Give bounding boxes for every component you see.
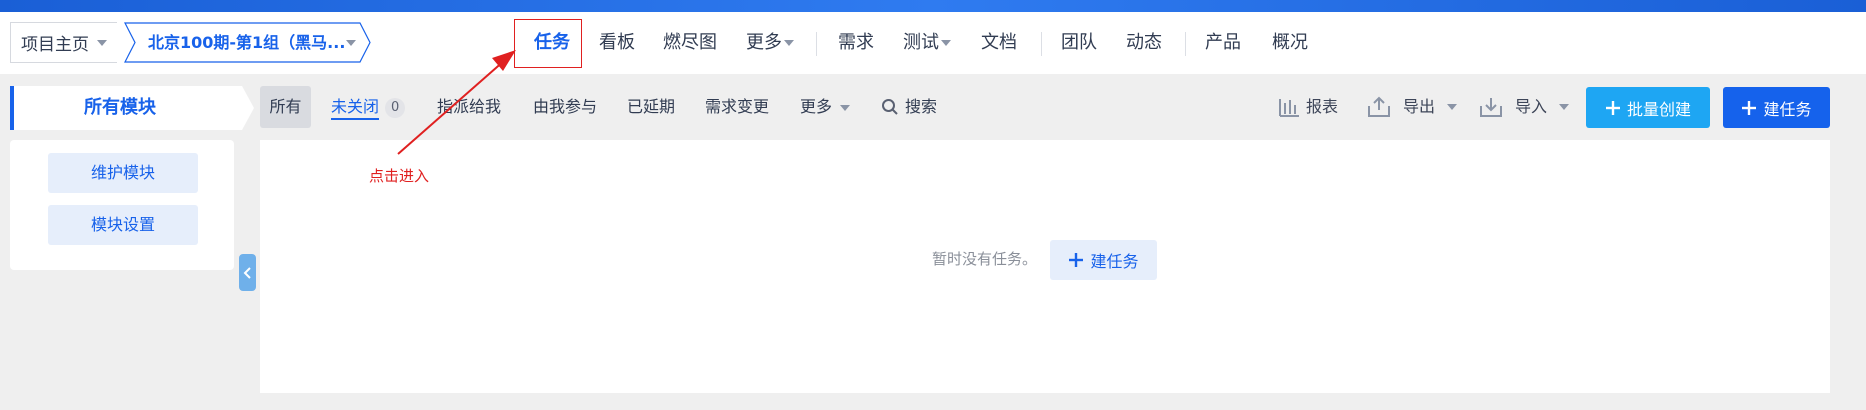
annotation-text: 点击进入 xyxy=(369,167,430,185)
annotation-arrow xyxy=(397,50,516,155)
